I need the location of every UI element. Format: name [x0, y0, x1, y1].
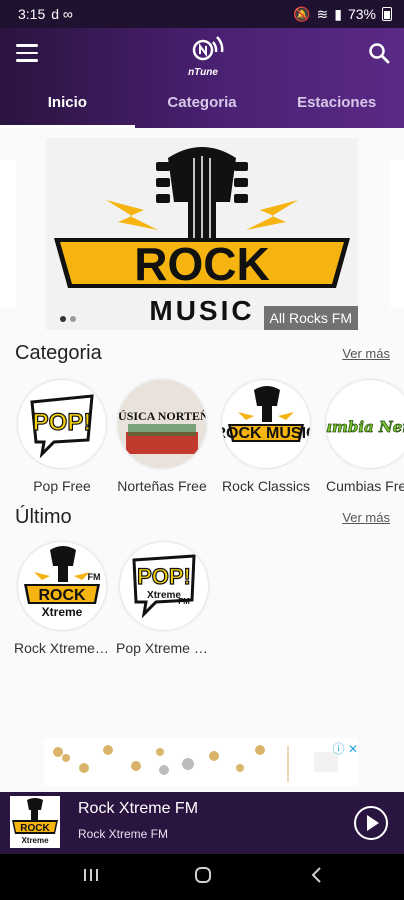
menu-icon[interactable] [16, 44, 38, 62]
now-playing-art: ROCK Xtreme [10, 796, 60, 848]
category-item-nortenas-free[interactable]: MÚSICA NORTEÑA Norteñas Free [114, 380, 210, 494]
system-nav-bar [0, 854, 404, 900]
carousel-dots [60, 316, 76, 322]
category-label: Cumbias Free [326, 478, 404, 494]
tab-bar: Inicio Categoria Estaciones [0, 90, 404, 128]
svg-text:ROCK: ROCK [134, 238, 269, 290]
status-bar: 3:15 d ∞ 🔕 ≋ ▮ 73% [0, 0, 404, 28]
banner-caption: All Rocks FM [263, 306, 358, 330]
carousel-prev-card[interactable] [0, 160, 16, 308]
station-label: Pop Xtreme FM [116, 640, 212, 656]
tab-inicio[interactable]: Inicio [0, 90, 135, 128]
svg-text:ROCK: ROCK [38, 587, 86, 604]
station-label: Rock Xtreme FM [14, 640, 110, 656]
category-art: MÚSICA NORTEÑA [118, 380, 206, 468]
category-item-rock-classics[interactable]: ROCK MUSIC Rock Classics [218, 380, 314, 494]
signal-icon: ▮ [334, 5, 342, 22]
app-logo: nTune [180, 30, 226, 80]
ad-close-icon[interactable]: ⓘ ✕ [333, 740, 358, 757]
category-label: Pop Free [33, 478, 91, 494]
station-item-pop-xtreme[interactable]: POP! Xtreme FM Pop Xtreme FM [116, 542, 212, 656]
mute-icon: 🔕 [293, 5, 311, 22]
battery-percent: 73% [347, 6, 376, 22]
svg-text:MÚSICA NORTEÑA: MÚSICA NORTEÑA [118, 409, 206, 423]
tab-categoria[interactable]: Categoria [135, 90, 270, 128]
app-brand: nTune [188, 67, 218, 78]
app-bar: nTune Inicio Categoria Estaciones [0, 28, 404, 128]
ad-banner[interactable]: ⓘ ✕ [44, 738, 358, 786]
categoria-see-more-link[interactable]: Ver más [342, 346, 390, 361]
station-item-rock-xtreme[interactable]: ROCK Xtreme FM Rock Xtreme FM [14, 542, 110, 656]
home-icon[interactable] [194, 866, 212, 889]
svg-text:ROCK: ROCK [20, 823, 50, 834]
svg-text:POP!: POP! [33, 409, 92, 436]
svg-text:Xtreme: Xtreme [42, 605, 83, 619]
svg-text:Xtreme: Xtreme [21, 836, 49, 845]
svg-text:ROCK MUSIC: ROCK MUSIC [222, 425, 310, 442]
category-label: Norteñas Free [117, 478, 207, 494]
carousel-next-card[interactable] [390, 160, 404, 308]
svg-text:POP!: POP! [137, 564, 191, 589]
station-art: POP! Xtreme FM [120, 542, 208, 630]
ultimo-see-more-link[interactable]: Ver más [342, 510, 390, 525]
wifi-icon: ≋ [316, 5, 329, 22]
ad-image [53, 745, 338, 782]
category-art: Cumbia Nena [326, 380, 404, 468]
now-playing-title: Rock Xtreme FM [78, 800, 199, 817]
svg-text:FM: FM [178, 597, 190, 606]
play-button[interactable] [354, 806, 388, 840]
svg-text:FM: FM [88, 572, 101, 582]
tab-estaciones[interactable]: Estaciones [269, 90, 404, 128]
categoria-title: Categoria [15, 342, 102, 364]
station-art: ROCK Xtreme FM [18, 542, 106, 630]
battery-icon [382, 7, 392, 21]
category-art: ROCK MUSIC [222, 380, 310, 468]
search-icon[interactable] [368, 42, 390, 64]
ntune-logo-icon [192, 36, 224, 61]
category-label: Rock Classics [222, 478, 310, 494]
status-indicators: d ∞ [51, 6, 73, 22]
category-art: POP! [18, 380, 106, 468]
category-item-cumbias-free[interactable]: Cumbia Nena Cumbias Free [322, 380, 404, 494]
now-playing-bar[interactable]: ROCK Xtreme Rock Xtreme FM Rock Xtreme F… [0, 792, 404, 854]
back-icon[interactable] [308, 866, 326, 889]
svg-text:MUSIC: MUSIC [149, 295, 254, 326]
featured-banner[interactable]: ROCK MUSIC All Rocks FM [46, 138, 358, 330]
ultimo-title: Último [15, 506, 72, 528]
svg-text:Cumbia Nena: Cumbia Nena [326, 418, 404, 436]
svg-text:Xtreme: Xtreme [147, 590, 181, 601]
recent-apps-icon[interactable] [82, 866, 100, 889]
main-content: ROCK MUSIC All Rocks FM Categoria Ver má… [0, 128, 404, 792]
featured-carousel: ROCK MUSIC All Rocks FM [0, 138, 404, 330]
now-playing-subtitle: Rock Xtreme FM [78, 827, 169, 841]
status-time: 3:15 [18, 6, 46, 22]
rock-music-logo: ROCK MUSIC [54, 147, 350, 326]
category-item-pop-free[interactable]: POP! Pop Free [14, 380, 110, 494]
